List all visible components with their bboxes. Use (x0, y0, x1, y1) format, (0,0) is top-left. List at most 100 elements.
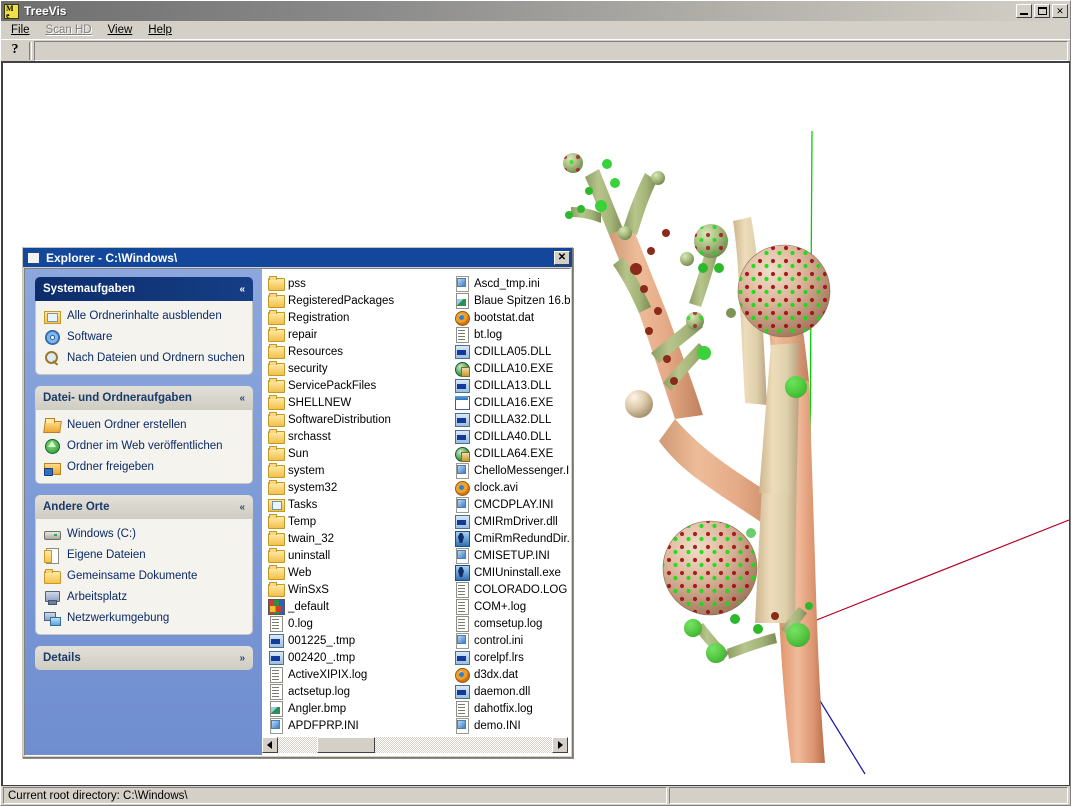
task-search-files-folders[interactable]: Nach Dateien und Ordnern suchen (44, 350, 246, 366)
list-item[interactable]: CDILLA10.EXE (454, 360, 570, 377)
place-netzwerkumgebung[interactable]: Netzwerkumgebung (44, 610, 246, 626)
list-item[interactable]: demo.INI (454, 717, 570, 734)
task-software[interactable]: Software (44, 329, 246, 345)
file-name: uninstall (288, 549, 331, 562)
list-item[interactable]: CMIUninstall.exe (454, 564, 570, 581)
place-windows-c[interactable]: Windows (C:) (44, 526, 246, 542)
task-label: Software (67, 331, 113, 343)
list-item[interactable]: pss (268, 275, 454, 292)
panel-andere-orte-title: Andere Orte (43, 501, 110, 513)
list-item[interactable]: bt.log (454, 326, 570, 343)
list-item[interactable]: CDILLA64.EXE (454, 445, 570, 462)
place-eigene-dateien[interactable]: Eigene Dateien (44, 547, 246, 564)
minimize-button[interactable] (1016, 4, 1032, 18)
maximize-button[interactable] (1034, 4, 1050, 18)
log-file-icon (454, 599, 469, 615)
list-item[interactable]: dahotfix.log (454, 700, 570, 717)
close-button[interactable]: ✕ (1052, 4, 1068, 18)
list-item[interactable]: Tasks (268, 496, 454, 513)
list-item[interactable]: corelpf.lrs (454, 649, 570, 666)
place-gemeinsame-dokumente[interactable]: Gemeinsame Dokumente (44, 568, 246, 584)
list-item[interactable]: RegisteredPackages (268, 292, 454, 309)
help-icon[interactable]: ? (3, 41, 27, 61)
task-share-folder[interactable]: Ordner freigeben (44, 459, 246, 476)
list-item[interactable]: CMISETUP.INI (454, 547, 570, 564)
list-item[interactable]: uninstall (268, 547, 454, 564)
menu-scan-hd[interactable]: Scan HD (42, 23, 100, 37)
list-item[interactable]: COM+.log (454, 598, 570, 615)
file-name: Blaue Spitzen 16.b (474, 294, 570, 307)
list-item[interactable]: CDILLA40.DLL (454, 428, 570, 445)
chevron-up-icon[interactable]: « (239, 284, 245, 294)
list-item[interactable]: CDILLA13.DLL (454, 377, 570, 394)
list-item[interactable]: security (268, 360, 454, 377)
list-item[interactable]: bootstat.dat (454, 309, 570, 326)
task-hide-folder-contents[interactable]: Alle Ordnerinhalte ausblenden (44, 308, 246, 324)
list-item[interactable]: Web (268, 564, 454, 581)
list-item[interactable]: Sun (268, 445, 454, 462)
panel-datei-und-ordneraufgaben-body: Neuen Ordner erstellen Ordner im Web ver… (35, 410, 253, 484)
list-item[interactable]: control.ini (454, 632, 570, 649)
list-item[interactable]: CDILLA32.DLL (454, 411, 570, 428)
list-item[interactable]: COLORADO.LOG (454, 581, 570, 598)
list-item[interactable]: SHELLNEW (268, 394, 454, 411)
menu-view[interactable]: View (104, 23, 141, 37)
task-publish-folder-to-web[interactable]: Ordner im Web veröffentlichen (44, 438, 246, 454)
menu-help[interactable]: Help (144, 23, 180, 37)
explorer-close-button[interactable]: ✕ (554, 250, 570, 265)
list-item[interactable]: CDILLA05.DLL (454, 343, 570, 360)
panel-datei-und-ordneraufgaben-header[interactable]: Datei- und Ordneraufgaben « (35, 386, 253, 410)
list-item[interactable]: CMCDPLAY.INI (454, 496, 570, 513)
list-item[interactable]: _default (268, 598, 454, 615)
list-item[interactable]: Ascd_tmp.ini (454, 275, 570, 292)
list-item[interactable]: 0.log (268, 615, 454, 632)
list-item[interactable]: Registration (268, 309, 454, 326)
list-item[interactable]: twain_32 (268, 530, 454, 547)
list-item[interactable]: 001225_.tmp (268, 632, 454, 649)
list-item[interactable]: Blaue Spitzen 16.b (454, 292, 570, 309)
list-item[interactable]: CDILLA16.EXE (454, 394, 570, 411)
file-name: Tasks (288, 498, 318, 511)
task-create-new-folder[interactable]: Neuen Ordner erstellen (44, 417, 246, 433)
list-item[interactable]: Angler.bmp (268, 700, 454, 717)
list-item[interactable]: CmiRmRedundDir.e (454, 530, 570, 547)
scrollbar-track[interactable] (278, 737, 552, 753)
scroll-left-arrow-icon[interactable] (262, 737, 278, 753)
list-item[interactable]: daemon.dll (454, 683, 570, 700)
list-item[interactable]: srchasst (268, 428, 454, 445)
list-item[interactable]: repair (268, 326, 454, 343)
horizontal-scrollbar[interactable] (262, 737, 568, 753)
log-file-icon (454, 701, 469, 717)
panel-details-header[interactable]: Details » (35, 646, 253, 670)
list-item[interactable]: Resources (268, 343, 454, 360)
runnable-exe-icon (454, 565, 470, 581)
scroll-right-arrow-icon[interactable] (552, 737, 568, 753)
list-item[interactable]: actsetup.log (268, 683, 454, 700)
list-item[interactable]: comsetup.log (454, 615, 570, 632)
list-item[interactable]: SoftwareDistribution (268, 411, 454, 428)
chevron-up-icon[interactable]: « (239, 393, 245, 403)
place-arbeitsplatz[interactable]: Arbeitsplatz (44, 589, 246, 605)
list-item[interactable]: system (268, 462, 454, 479)
list-item[interactable]: d3dx.dat (454, 666, 570, 683)
list-item[interactable]: 002420_.tmp (268, 649, 454, 666)
treevis-app-icon: M e (4, 3, 19, 19)
chevron-up-icon[interactable]: « (239, 502, 245, 512)
panel-systemaufgaben-header[interactable]: Systemaufgaben « (35, 277, 253, 301)
scrollbar-thumb[interactable] (317, 737, 375, 753)
list-item[interactable]: clock.avi (454, 479, 570, 496)
list-item[interactable]: CMIRmDriver.dll (454, 513, 570, 530)
list-item[interactable]: ServicePackFiles (268, 377, 454, 394)
list-item[interactable]: ChelloMessenger.I (454, 462, 570, 479)
list-item[interactable]: APDFPRP.INI (268, 717, 454, 734)
list-item[interactable]: system32 (268, 479, 454, 496)
list-item[interactable]: WinSxS (268, 581, 454, 598)
panel-andere-orte-header[interactable]: Andere Orte « (35, 495, 253, 519)
chevron-down-icon[interactable]: » (239, 653, 245, 663)
list-item[interactable]: ActiveXIPIX.log (268, 666, 454, 683)
dll-file-icon (454, 684, 470, 699)
list-item[interactable]: Temp (268, 513, 454, 530)
folder-icon (268, 565, 285, 580)
panel-details: Details » (35, 646, 253, 670)
menu-file[interactable]: File (7, 23, 38, 37)
